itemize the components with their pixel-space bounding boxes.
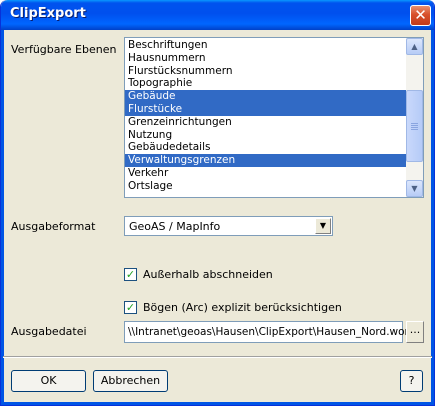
grip-line xyxy=(411,125,418,126)
output-file-value: \\Intranet\geoas\Hausen\ClipExport\Hause… xyxy=(128,326,409,338)
list-item-label: Grenzeinrichtungen xyxy=(128,115,232,128)
list-item-label: Flurstücke xyxy=(128,102,183,115)
layers-label: Verfügbare Ebenen xyxy=(11,43,117,56)
list-item-label: Hausnummern xyxy=(128,51,206,64)
scroll-down-button[interactable]: ▼ xyxy=(406,180,423,197)
format-select[interactable]: GeoAS / MapInfo ▼ xyxy=(124,216,333,236)
grip-line xyxy=(411,123,418,124)
layers-listbox[interactable]: Beschriftungen Hausnummern Flurstücksnum… xyxy=(124,37,424,198)
list-item[interactable]: Hausnummern xyxy=(125,52,406,65)
browse-button[interactable]: ... xyxy=(406,321,424,343)
list-item-label: Verwaltungsgrenzen xyxy=(128,154,236,167)
list-item-label: Gebäudedetails xyxy=(128,141,211,154)
arc-label[interactable]: Bögen (Arc) explizit berücksichtigen xyxy=(143,301,342,314)
output-file-field[interactable]: \\Intranet\geoas\Hausen\ClipExport\Hause… xyxy=(124,321,409,343)
list-item[interactable]: Gebäude xyxy=(125,90,406,103)
list-item[interactable]: Grenzeinrichtungen xyxy=(125,116,406,129)
list-item-label: Flurstücksnummern xyxy=(128,64,233,77)
window-title: ClipExport xyxy=(10,6,86,21)
list-item-label: Verkehr xyxy=(128,166,169,179)
clipexport-dialog: ClipExport ✕ Verfügbare Ebenen Beschrift… xyxy=(0,0,435,406)
close-button[interactable]: ✕ xyxy=(410,5,431,26)
clip-outside-label[interactable]: Außerhalb abschneiden xyxy=(143,268,273,281)
file-label: Ausgabedatei xyxy=(11,325,87,338)
window-border-left xyxy=(1,30,4,405)
list-item[interactable]: Verwaltungsgrenzen xyxy=(125,154,406,167)
list-item-label: Ortslage xyxy=(128,179,173,192)
cancel-button[interactable]: Abbrechen xyxy=(93,370,168,392)
layers-list: Beschriftungen Hausnummern Flurstücksnum… xyxy=(125,38,406,197)
list-item[interactable]: Beschriftungen xyxy=(125,39,406,52)
scroll-up-button[interactable]: ▲ xyxy=(406,38,423,55)
check-icon: ✓ xyxy=(125,268,136,281)
grip-line xyxy=(411,129,418,130)
chevron-up-icon: ▲ xyxy=(411,42,418,51)
list-item-label: Topographie xyxy=(128,77,193,90)
list-item-label: Nutzung xyxy=(128,128,173,141)
list-item-label: Beschriftungen xyxy=(128,39,208,51)
separator xyxy=(3,356,432,358)
check-icon: ✓ xyxy=(125,301,136,314)
ok-button[interactable]: OK xyxy=(11,370,86,392)
grip-line xyxy=(411,127,418,128)
format-value: GeoAS / MapInfo xyxy=(129,220,221,233)
window-border-right xyxy=(431,30,434,405)
list-item[interactable]: Flurstücksnummern xyxy=(125,65,406,78)
list-item[interactable]: Topographie xyxy=(125,77,406,90)
list-item[interactable]: Ortslage xyxy=(125,180,406,193)
format-dropdown-button[interactable]: ▼ xyxy=(315,218,331,234)
help-button[interactable]: ? xyxy=(400,370,423,392)
list-item-label: Gebäude xyxy=(128,90,176,103)
format-label: Ausgabeformat xyxy=(11,220,96,233)
list-item[interactable]: Nutzung xyxy=(125,129,406,142)
list-item[interactable]: Gebäudedetails xyxy=(125,141,406,154)
arc-checkbox[interactable]: ✓ xyxy=(124,301,137,314)
scroll-thumb[interactable] xyxy=(406,90,423,162)
clip-outside-checkbox[interactable]: ✓ xyxy=(124,268,137,281)
layers-scrollbar[interactable]: ▲ ▼ xyxy=(406,38,423,197)
close-icon: ✕ xyxy=(414,6,427,24)
title-bar[interactable]: ClipExport ✕ xyxy=(1,0,434,30)
list-item[interactable]: Flurstücke xyxy=(125,102,406,116)
chevron-down-icon: ▼ xyxy=(411,184,418,193)
window-border-bottom xyxy=(1,402,434,405)
chevron-down-icon: ▼ xyxy=(319,221,327,230)
list-item[interactable]: Verkehr xyxy=(125,167,406,180)
